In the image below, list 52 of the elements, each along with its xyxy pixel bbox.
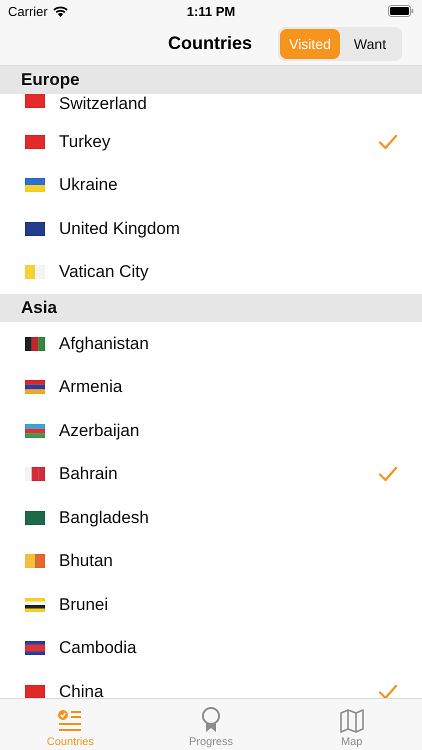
map-icon [338,709,365,733]
flag-icon [25,265,45,280]
country-name: Afghanistan [59,334,150,354]
status-time: 1:11 PM [186,4,236,18]
wifi-icon [52,5,69,17]
ribbon-icon [200,707,222,733]
country-name: Azerbaijan [59,420,140,441]
country-row[interactable]: Bangladesh [0,496,422,540]
country-name: Armenia [59,377,124,398]
flag-icon [25,598,45,612]
country-name: China [59,682,104,698]
country-name: Brunei [59,594,110,615]
flag-icon [25,554,45,568]
flag-icon [25,336,45,351]
country-row[interactable]: United Kingdom [0,207,422,250]
flag-icon [25,178,45,192]
segment-tab[interactable]: Want [340,28,400,58]
country-name: Turkey [59,132,112,152]
country-name: Ukraine [59,175,119,196]
flag-icon [25,94,45,108]
country-name: Switzerland [59,94,148,114]
country-row[interactable]: Azerbaijan [0,409,422,452]
flag-icon [25,467,45,482]
country-name: Vatican City [59,262,150,282]
flag-icon [25,134,45,149]
carrier-name: Carrier [8,4,48,18]
country-row[interactable]: Bahrain [0,452,422,496]
section-header: Asia [0,294,422,322]
country-row[interactable]: Vatican City [0,250,422,294]
flag-icon [25,222,45,236]
country-name: Bhutan [59,551,114,572]
country-row[interactable]: Turkey [0,120,422,164]
country-row[interactable]: Brunei [0,583,422,626]
country-name: Cambodia [59,638,138,658]
flag-icon [25,641,45,656]
country-row[interactable]: Switzerland [0,94,422,120]
country-row[interactable]: Bhutan [0,540,422,583]
flag-icon [25,424,45,438]
country-row[interactable]: Ukraine [0,164,422,207]
country-name: Bahrain [59,464,119,484]
country-row[interactable]: Afghanistan [0,322,422,366]
country-name: United Kingdom [59,218,181,239]
flag-icon [25,380,45,394]
section-header: Europe [0,66,422,94]
screen-title: Countries [168,33,252,54]
flag-icon [25,510,45,525]
country-row[interactable]: Armenia [0,366,422,409]
battery-icon [388,5,414,17]
country-row[interactable]: Cambodia [0,626,422,670]
checklist-icon [57,709,84,733]
country-row[interactable]: China [0,670,422,698]
country-name: Bangladesh [59,508,150,528]
